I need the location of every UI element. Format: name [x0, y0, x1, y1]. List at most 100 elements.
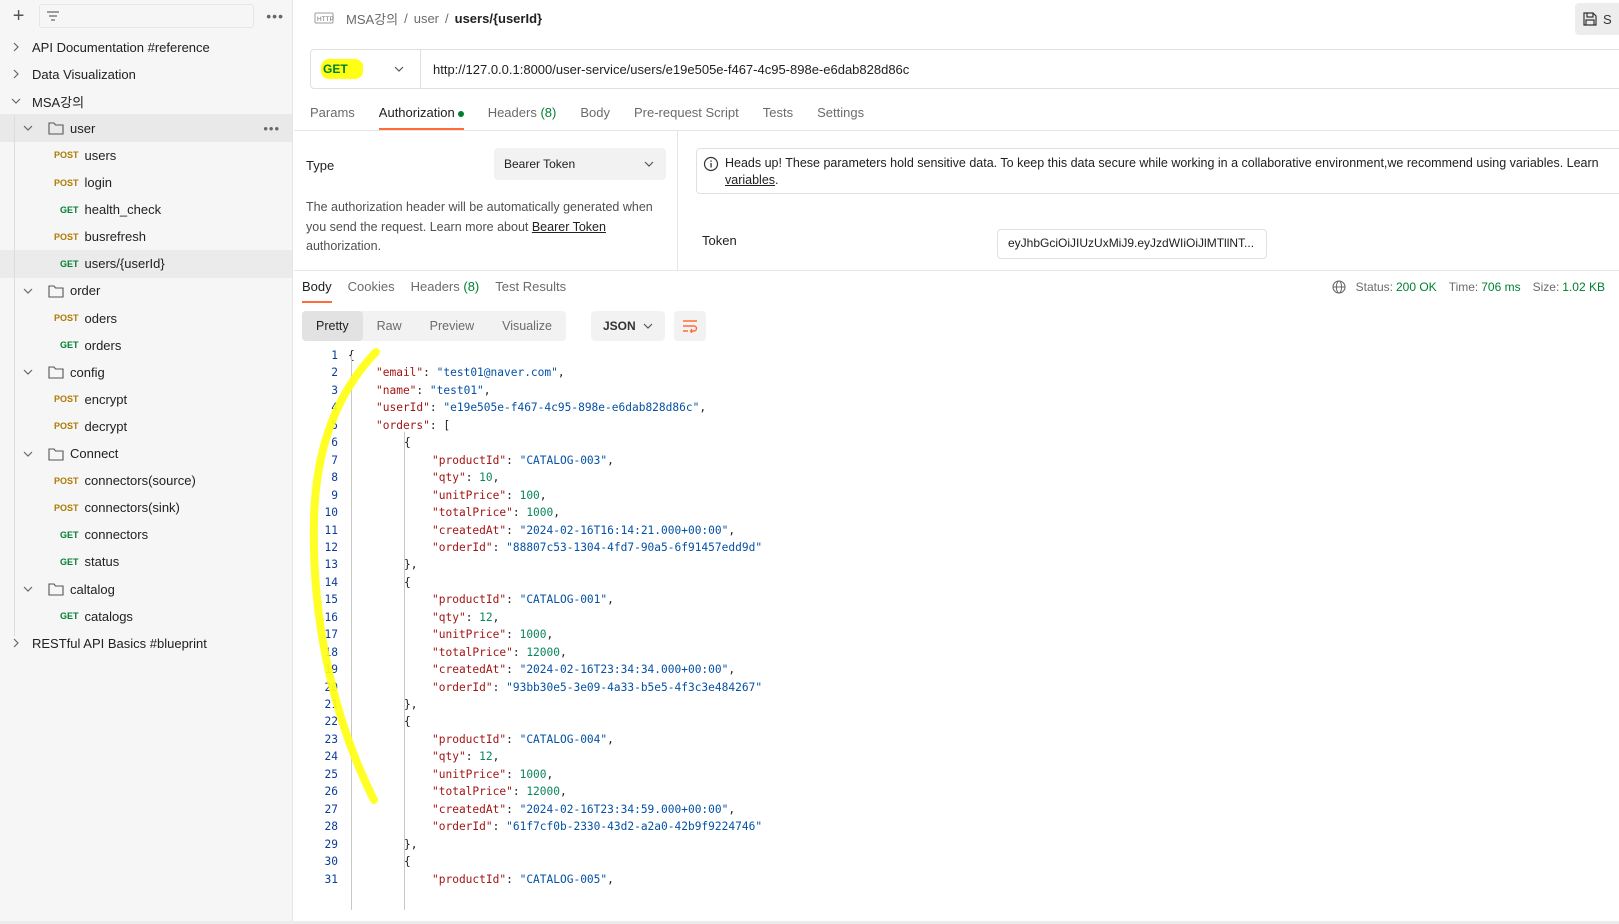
code-content: "name": "test01",: [376, 382, 491, 400]
more-options-icon[interactable]: •••: [263, 121, 280, 136]
request-item[interactable]: GET users/{userId}: [0, 249, 292, 278]
code-token: "unitPrice": [432, 628, 507, 642]
code-token: "orders": [376, 418, 430, 432]
request-item[interactable]: GET status: [0, 548, 292, 576]
request-item[interactable]: POST connectors(source): [0, 467, 292, 495]
tab-label: Params: [310, 105, 355, 120]
code-content: {: [404, 853, 411, 871]
collection-item[interactable]: MSA강의: [0, 87, 292, 115]
folder-item[interactable]: user •••: [0, 114, 292, 143]
folder-item[interactable]: order: [0, 277, 292, 305]
response-tab-headers[interactable]: Headers (8): [411, 277, 480, 303]
token-input[interactable]: eyJhbGciOiJIUzUxMiJ9.eyJzdWIiOiJlMTllNT.…: [997, 229, 1267, 259]
collection-item[interactable]: Data Visualization: [0, 60, 292, 88]
divider: [294, 130, 1619, 131]
request-item[interactable]: GET catalogs: [0, 602, 292, 630]
tab-label: Authorization: [378, 105, 455, 120]
bearer-token-link[interactable]: Bearer Token: [532, 220, 606, 234]
view-mode-raw[interactable]: Raw: [363, 311, 416, 341]
response-tab-cookies[interactable]: Cookies: [348, 277, 395, 303]
collection-item[interactable]: API Documentation #reference: [0, 33, 292, 61]
code-token: ,: [728, 663, 736, 677]
code-token: "productId": [432, 453, 507, 467]
more-options-icon[interactable]: •••: [266, 8, 284, 24]
breadcrumb-current[interactable]: users/{userId}: [455, 11, 542, 26]
request-item[interactable]: GET orders: [0, 331, 292, 359]
tree-item-label: Data Visualization: [32, 66, 136, 82]
method-badge: POST: [54, 475, 79, 486]
request-item[interactable]: POST connectors(sink): [0, 494, 292, 522]
wrap-lines-button[interactable]: [674, 311, 706, 341]
request-item[interactable]: POST busrefresh: [0, 223, 292, 251]
request-item[interactable]: GET connectors: [0, 521, 292, 549]
response-body-editor[interactable]: 1{2"email": "test01@naver.com",3"name": …: [294, 347, 1619, 910]
request-item[interactable]: POST oders: [0, 304, 292, 332]
variables-link[interactable]: variables: [725, 173, 775, 187]
code-token: ,: [492, 750, 500, 764]
view-mode-pretty[interactable]: Pretty: [302, 311, 363, 341]
line-number: 21: [324, 698, 338, 711]
add-icon[interactable]: +: [8, 5, 29, 28]
sidebar-toolbar: + •••: [0, 0, 292, 32]
code-token: :: [506, 872, 520, 886]
code-token: "CATALOG-001": [519, 593, 608, 607]
tab-headers[interactable]: Headers (8): [488, 100, 557, 130]
tab-body[interactable]: Body: [580, 100, 610, 130]
folder-item[interactable]: Connect: [0, 440, 292, 468]
code-token: "e19e505e-f467-4c95-898e-e6dab828d86c": [443, 401, 700, 415]
collection-item[interactable]: RESTful API Basics #blueprint: [0, 629, 292, 657]
code-content: "email": "test01@naver.com",: [376, 364, 565, 382]
request-item[interactable]: GET health_check: [0, 196, 292, 224]
code-content: "createdAt": "2024-02-16T23:34:59.000+00…: [432, 801, 735, 819]
filter-input[interactable]: [39, 4, 255, 28]
format-select[interactable]: JSON: [591, 311, 665, 341]
breadcrumb-collection[interactable]: MSA강의: [346, 9, 398, 28]
request-item[interactable]: POST encrypt: [0, 385, 292, 413]
tab-pre-request-script[interactable]: Pre-request Script: [634, 100, 739, 130]
tab-authorization[interactable]: Authorization: [378, 100, 464, 130]
size-value[interactable]: 1.02 KB: [1562, 280, 1605, 294]
tab-tests[interactable]: Tests: [763, 100, 793, 130]
view-mode-visualize[interactable]: Visualize: [488, 311, 566, 341]
globe-icon[interactable]: [1332, 280, 1346, 294]
save-button[interactable]: S: [1575, 3, 1619, 35]
tab-settings[interactable]: Settings: [817, 100, 864, 130]
folder-item[interactable]: caltalog: [0, 575, 292, 603]
code-line: 20 "orderId": "93bb30e5-3e09-4a33-b5e5-4f…: [294, 679, 1594, 697]
request-item[interactable]: POST login: [0, 169, 292, 197]
code-line: 24 "qty": 12,: [294, 748, 1594, 766]
code-token: :: [465, 471, 480, 485]
url-input[interactable]: [421, 50, 1619, 88]
line-number: 8: [331, 471, 338, 485]
auth-type-select[interactable]: Bearer Token: [494, 148, 666, 180]
auth-type-label: Type: [306, 158, 335, 173]
breadcrumb-folder[interactable]: user: [414, 11, 439, 26]
method-badge: GET: [60, 340, 79, 351]
code-token: "2024-02-16T16:14:21.000+00:00": [519, 523, 729, 537]
code-line: 2 "email": "test01@naver.com",: [294, 364, 1594, 382]
response-tab-body[interactable]: Body: [302, 277, 332, 303]
request-item[interactable]: POST decrypt: [0, 412, 292, 440]
request-item[interactable]: POST users: [0, 141, 292, 169]
code-line: 17 "unitPrice": 1000,: [294, 626, 1594, 644]
method-select[interactable]: GET: [311, 50, 421, 88]
line-number: 20: [324, 680, 338, 694]
line-number: 4: [331, 401, 338, 415]
code-token: "productId": [432, 872, 507, 886]
code-token: {: [404, 436, 411, 450]
tab-params[interactable]: Params: [310, 100, 355, 130]
time-value[interactable]: 706 ms: [1481, 280, 1520, 294]
response-tab-test-results[interactable]: Test Results: [495, 277, 566, 303]
code-token: "unitPrice": [432, 767, 507, 781]
tree-item-label: users: [84, 147, 117, 163]
code-line: 13},: [294, 556, 1594, 574]
folder-item[interactable]: config: [0, 358, 292, 386]
line-number: 9: [331, 488, 338, 502]
view-mode-preview[interactable]: Preview: [416, 311, 488, 341]
code-token: "CATALOG-004": [519, 732, 608, 746]
line-number: 27: [324, 802, 338, 816]
status-value[interactable]: 200 OK: [1396, 280, 1437, 294]
auth-type-panel: Type Bearer Token The authorization head…: [294, 144, 680, 269]
chevron-right-icon: [10, 41, 22, 53]
response-meta: Status: 200 OK Time: 706 ms Size: 1.02 K…: [1332, 280, 1605, 294]
